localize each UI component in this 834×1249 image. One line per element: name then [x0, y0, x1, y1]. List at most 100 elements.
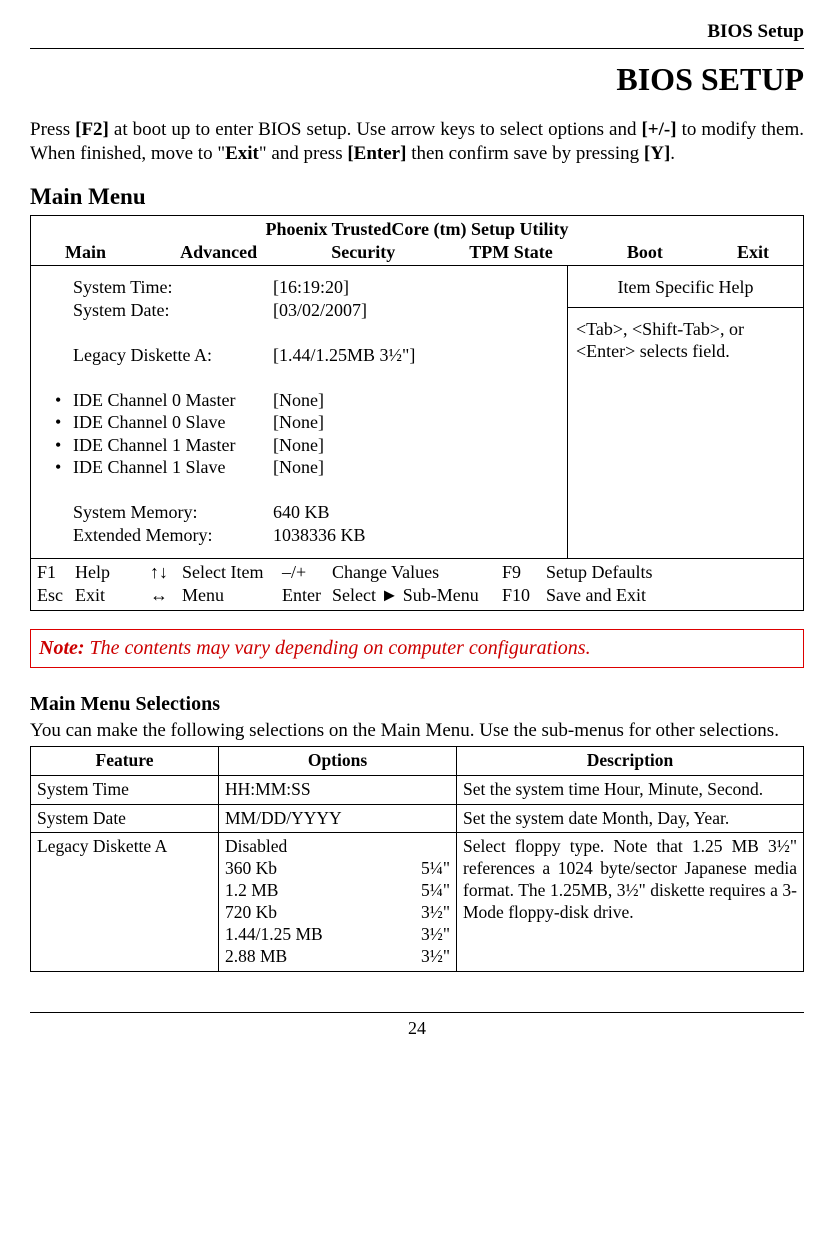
tab-main[interactable]: Main	[65, 241, 106, 264]
foot-key-f10: F10	[502, 584, 546, 607]
option-size: 3½"	[421, 946, 450, 968]
option-name: 720 Kb	[225, 902, 277, 924]
bios-panel: Phoenix TrustedCore (tm) Setup Utility M…	[30, 215, 804, 611]
cell-options: MM/DD/YYYY	[219, 804, 457, 833]
intro-text: then confirm save by pressing	[406, 143, 643, 164]
bios-item-row	[55, 479, 557, 502]
option-name: 1.44/1.25 MB	[225, 924, 323, 946]
bios-item-row[interactable]: System Time:[16:19:20]	[55, 276, 557, 299]
tab-security[interactable]: Security	[331, 241, 395, 264]
cell-feature: System Date	[31, 804, 219, 833]
bullet-icon: •	[55, 434, 73, 457]
selections-heading: Main Menu Selections	[30, 692, 804, 717]
bios-item-value[interactable]: 1038336 KB	[273, 524, 366, 547]
bios-item-row[interactable]: Legacy Diskette A:[1.44/1.25MB 3½"]	[55, 344, 557, 367]
main-menu-heading: Main Menu	[30, 183, 804, 212]
note-label: Note:	[39, 637, 85, 659]
arrow-leftright-icon: ↔	[150, 584, 182, 607]
tab-exit[interactable]: Exit	[737, 241, 769, 264]
option-row: MM/DD/YYYY	[225, 808, 450, 830]
option-size: 3½"	[421, 902, 450, 924]
option-row: HH:MM:SS	[225, 779, 450, 801]
bullet-icon: •	[55, 411, 73, 434]
bios-item-row[interactable]: System Memory:640 KB	[55, 501, 557, 524]
bios-item-label: Extended Memory:	[73, 524, 273, 547]
bios-item-row[interactable]: •IDE Channel 0 Slave[None]	[55, 411, 557, 434]
cell-description: Set the system date Month, Day, Year.	[457, 804, 804, 833]
bios-item-label: System Memory:	[73, 501, 273, 524]
bios-item-label: IDE Channel 0 Slave	[73, 411, 273, 434]
key-plusminus: [+/-]	[641, 119, 676, 140]
key-enter: [Enter]	[347, 143, 406, 164]
bios-item-row[interactable]: •IDE Channel 1 Master[None]	[55, 434, 557, 457]
selections-table: Feature Options Description System TimeH…	[30, 746, 804, 972]
bios-item-row[interactable]: •IDE Channel 0 Master[None]	[55, 389, 557, 412]
bios-item-row	[55, 321, 557, 344]
bios-item-label: System Date:	[73, 299, 273, 322]
foot-label-menu: Menu	[182, 584, 282, 607]
option-name: 360 Kb	[225, 858, 277, 880]
intro-text: " and press	[259, 143, 348, 164]
option-size: 5¼"	[421, 880, 450, 902]
bios-tabs: Main Advanced Security TPM State Boot Ex…	[31, 241, 803, 267]
bios-item-value[interactable]: [1.44/1.25MB 3½"]	[273, 344, 415, 367]
bios-item-value[interactable]: [None]	[273, 389, 324, 412]
foot-key-pm: –/+	[282, 561, 332, 584]
foot-label-defaults: Setup Defaults	[546, 561, 652, 584]
header-rule	[30, 48, 804, 49]
intro-text: Press	[30, 119, 75, 140]
page-header-section: BIOS Setup	[30, 20, 804, 44]
bios-item-value[interactable]: [None]	[273, 434, 324, 457]
option-name: Disabled	[225, 836, 287, 858]
tab-tpm-state[interactable]: TPM State	[469, 241, 552, 264]
foot-label-submenu: Select ► Sub-Menu	[332, 584, 502, 607]
bios-item-label: IDE Channel 0 Master	[73, 389, 273, 412]
bios-help-body: <Tab>, <Shift-Tab>, or <Enter> selects f…	[568, 308, 803, 373]
tab-boot[interactable]: Boot	[627, 241, 663, 264]
bios-footer: F1 Help ↑↓ Select Item –/+ Change Values…	[31, 558, 803, 610]
arrow-updown-icon: ↑↓	[150, 561, 182, 584]
note-text: The contents may vary depending on compu…	[85, 637, 591, 659]
bios-item-row[interactable]: System Date:[03/02/2007]	[55, 299, 557, 322]
cell-description: Select floppy type. Note that 1.25 MB 3½…	[457, 833, 804, 971]
bios-item-label: IDE Channel 1 Master	[73, 434, 273, 457]
bios-item-value[interactable]: [16:19:20]	[273, 276, 349, 299]
option-name: 2.88 MB	[225, 946, 287, 968]
foot-label-help: Help	[75, 561, 150, 584]
table-row: System TimeHH:MM:SSSet the system time H…	[31, 775, 804, 804]
page-number: 24	[30, 1017, 804, 1040]
bios-item-value[interactable]: [03/02/2007]	[273, 299, 367, 322]
bios-utility-title: Phoenix TrustedCore (tm) Setup Utility	[31, 216, 803, 241]
foot-label-select-item: Select Item	[182, 561, 282, 584]
bullet-icon: •	[55, 456, 73, 479]
tab-advanced[interactable]: Advanced	[180, 241, 257, 264]
option-row: 1.44/1.25 MB3½"	[225, 924, 450, 946]
cell-feature: System Time	[31, 775, 219, 804]
bios-item-label: IDE Channel 1 Slave	[73, 456, 273, 479]
option-row: Disabled	[225, 836, 450, 858]
option-name: 1.2 MB	[225, 880, 278, 902]
option-size: 5¼"	[421, 858, 450, 880]
bios-help-title: Item Specific Help	[568, 266, 803, 308]
intro-text: at boot up to enter BIOS setup. Use arro…	[109, 119, 642, 140]
table-row: Legacy Diskette ADisabled360 Kb5¼"1.2 MB…	[31, 833, 804, 971]
key-y: [Y]	[644, 143, 670, 164]
note-box: Note: The contents may vary depending on…	[30, 629, 804, 668]
foot-key-esc: Esc	[37, 584, 75, 607]
option-row: 1.2 MB 5¼"	[225, 880, 450, 902]
key-f2: [F2]	[75, 119, 109, 140]
bios-item-row[interactable]: •IDE Channel 1 Slave[None]	[55, 456, 557, 479]
bullet-icon: •	[55, 389, 73, 412]
col-description: Description	[457, 746, 804, 775]
option-row: 720 Kb 3½"	[225, 902, 450, 924]
col-options: Options	[219, 746, 457, 775]
bios-item-label: Legacy Diskette A:	[73, 344, 273, 367]
foot-key-f1: F1	[37, 561, 75, 584]
bios-item-row[interactable]: Extended Memory:1038336 KB	[55, 524, 557, 547]
page-title: BIOS SETUP	[30, 59, 804, 99]
bios-item-value[interactable]: [None]	[273, 456, 324, 479]
bios-item-row	[55, 366, 557, 389]
option-row: 2.88 MB 3½"	[225, 946, 450, 968]
bios-item-value[interactable]: 640 KB	[273, 501, 330, 524]
bios-item-value[interactable]: [None]	[273, 411, 324, 434]
